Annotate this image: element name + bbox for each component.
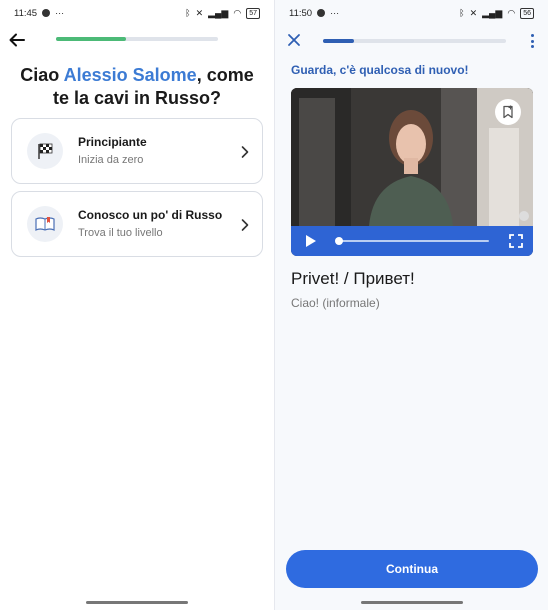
play-icon[interactable] <box>305 234 317 248</box>
signal-icon: ▂▄▆ <box>208 7 229 18</box>
lesson-progress-bar <box>323 39 506 43</box>
mute-icon: ✕ <box>469 7 478 18</box>
bluetooth-icon: ᛒ <box>459 7 465 18</box>
level-option-subtitle: Inizia da zero <box>78 154 144 166</box>
onboarding-progress-bar <box>56 37 218 41</box>
bookmark-button[interactable] <box>495 99 521 125</box>
chevron-right-icon <box>241 146 249 158</box>
onboarding-progress-fill <box>56 37 126 41</box>
level-option-beginner[interactable]: Principiante Inizia da zero <box>11 118 263 184</box>
lesson-heading: Guarda, c'è qualcosa di nuovo! <box>291 63 469 77</box>
wifi-icon: ◠ <box>233 7 242 18</box>
signal-icon: ▂▄▆ <box>482 7 503 18</box>
checkered-flag-icon <box>27 133 63 169</box>
more-options-icon[interactable] <box>528 34 536 48</box>
home-indicator[interactable] <box>86 601 188 604</box>
phrase-text: Privet! / Привет! <box>291 269 415 288</box>
home-indicator[interactable] <box>360 601 463 604</box>
status-time: 11:45 <box>14 7 38 19</box>
close-icon[interactable] <box>287 33 301 47</box>
level-option-title: Conosco un po' di Russo <box>78 208 223 222</box>
wifi-icon: ◠ <box>507 7 516 18</box>
level-option-title: Principiante <box>78 135 147 149</box>
greeting-prefix: Ciao <box>20 65 64 85</box>
video-seek-bar[interactable] <box>337 240 489 242</box>
video-controls <box>291 226 533 256</box>
more-notifications-icon: ··· <box>330 7 340 18</box>
level-option-subtitle: Trova il tuo livello <box>78 227 163 239</box>
status-bar: 11:50 ··· ᛒ ✕ ▂▄▆ ◠ 56 <box>275 0 548 26</box>
phrase-translation: Ciao! (informale) <box>291 296 380 310</box>
status-time: 11:50 <box>289 7 313 19</box>
mute-icon: ✕ <box>195 7 204 18</box>
back-arrow-icon[interactable] <box>8 31 26 49</box>
onboarding-level-screen: 11:45 ··· ᛒ ✕ ▂▄▆ ◠ 57 Ciao Alessio Salo… <box>0 0 274 610</box>
telegram-icon <box>317 9 326 17</box>
battery-icon: 57 <box>246 7 260 19</box>
battery-icon: 56 <box>520 7 534 19</box>
more-notifications-icon: ··· <box>55 7 65 18</box>
continue-button[interactable]: Continua <box>286 550 538 588</box>
page-title: Ciao Alessio Salome, come te la cavi in … <box>10 64 264 110</box>
video-player[interactable] <box>291 88 533 256</box>
status-bar: 11:45 ··· ᛒ ✕ ▂▄▆ ◠ 57 <box>0 0 274 26</box>
telegram-icon <box>42 9 51 17</box>
lesson-video-screen: 11:50 ··· ᛒ ✕ ▂▄▆ ◠ 56 Guarda, c'è qualc… <box>274 0 548 610</box>
level-option-some-russian[interactable]: Conosco un po' di Russo Trova il tuo liv… <box>11 191 263 257</box>
video-seek-handle[interactable] <box>335 237 343 245</box>
chevron-right-icon <box>241 219 249 231</box>
open-book-icon <box>27 206 63 242</box>
fullscreen-icon[interactable] <box>509 234 523 248</box>
bookmark-add-icon <box>503 105 513 119</box>
user-name: Alessio Salome <box>63 65 197 85</box>
bluetooth-icon: ᛒ <box>185 7 191 18</box>
lesson-progress-fill <box>323 39 355 43</box>
